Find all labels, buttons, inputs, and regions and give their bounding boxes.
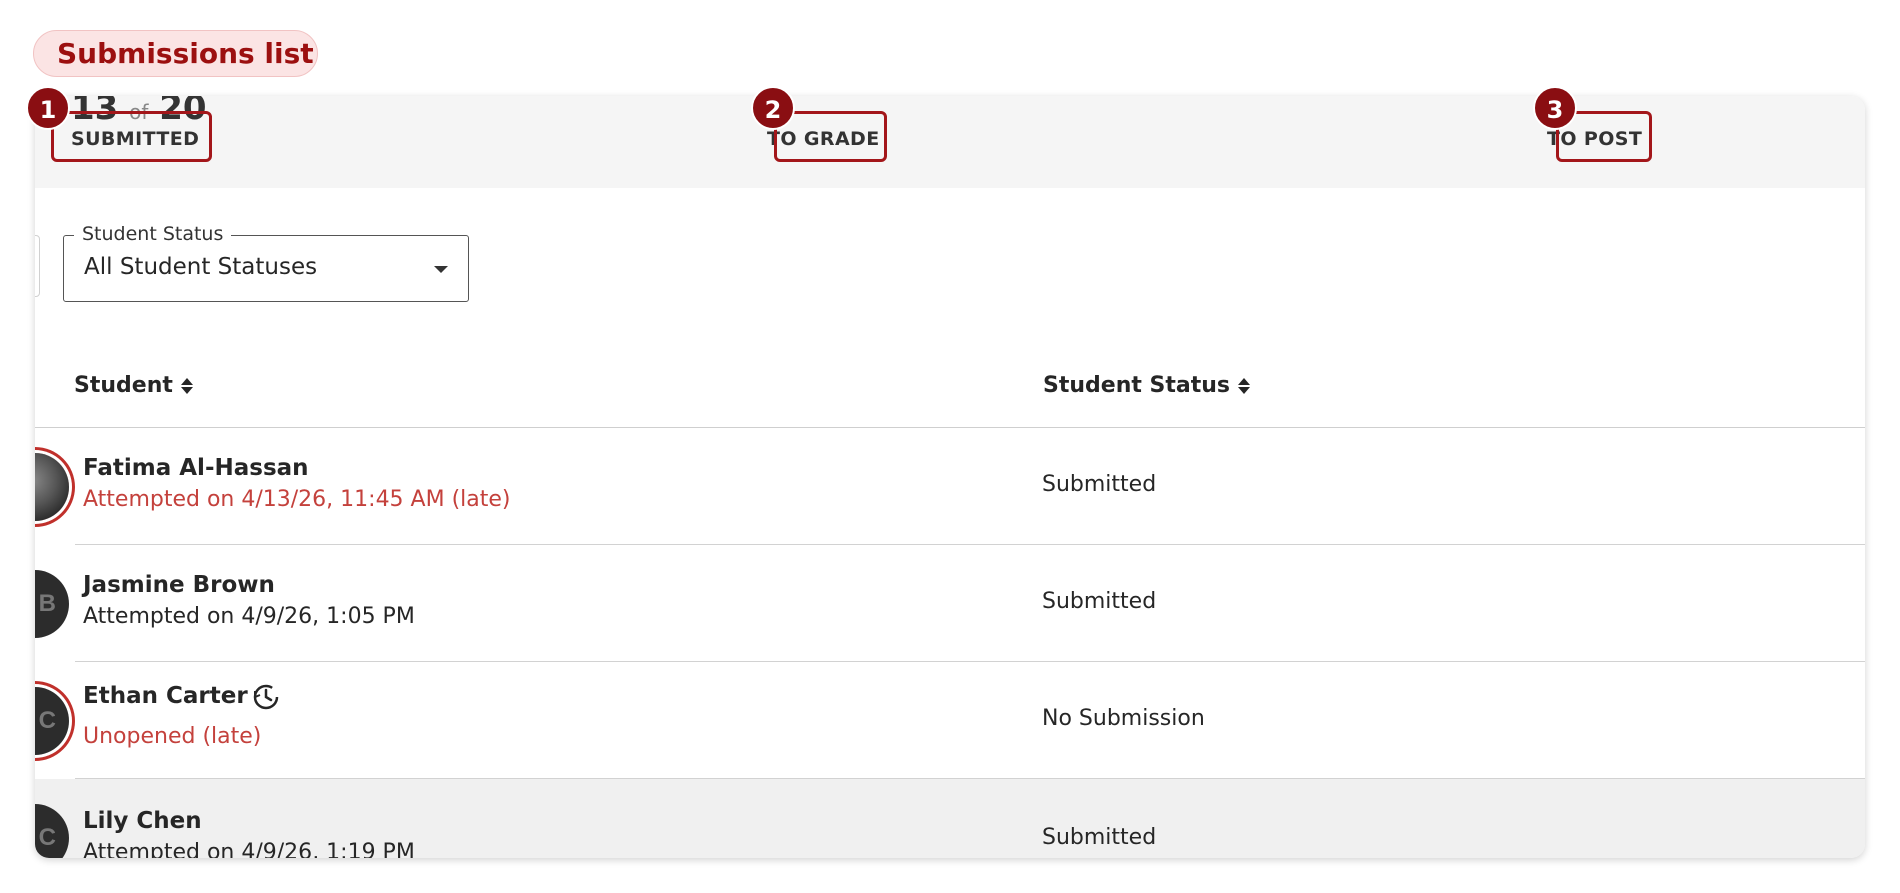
callout-box-submitted [51, 111, 212, 162]
student-status-value: Submitted [1042, 472, 1157, 497]
clock-history-icon[interactable] [251, 682, 281, 712]
column-header-label: Student [74, 373, 173, 398]
filter-selected-value: All Student Statuses [84, 254, 318, 280]
avatar: C [35, 804, 69, 858]
filter-label: Student Status [74, 223, 232, 245]
student-status-value: No Submission [1042, 706, 1205, 731]
avatar [35, 453, 69, 521]
search-field-edge[interactable] [35, 235, 40, 297]
table-row[interactable]: Fatima Al-Hassan Attempted on 4/13/26, 1… [35, 428, 1865, 545]
callout-badge-1: 1 [26, 86, 70, 130]
attempt-detail: Attempted on 4/9/26, 1:19 PM [83, 840, 415, 858]
table-row[interactable]: C Ethan Carter Unopened (late) No Submis… [35, 662, 1865, 779]
column-header-student[interactable]: Student [74, 373, 193, 398]
column-header-student-status[interactable]: Student Status [1043, 373, 1251, 398]
submissions-card: 13 of 20 SUBMITTED TO GRADE TO POST Stud… [35, 96, 1865, 858]
avatar: B [35, 570, 69, 638]
sort-icon [180, 377, 193, 394]
student-status-value: Submitted [1042, 825, 1157, 850]
column-header-label: Student Status [1043, 373, 1231, 398]
attempt-detail: Unopened (late) [83, 724, 262, 749]
callout-badge-2: 2 [751, 86, 795, 130]
student-status-value: Submitted [1042, 589, 1157, 614]
student-name[interactable]: Lily Chen [83, 808, 202, 834]
attempt-detail: Attempted on 4/13/26, 11:45 AM (late) [83, 487, 511, 512]
sort-icon [1238, 377, 1251, 394]
student-name[interactable]: Jasmine Brown [83, 572, 275, 598]
student-status-filter[interactable]: Student Status All Student Statuses [63, 223, 469, 302]
student-name[interactable]: Ethan Carter [83, 683, 248, 709]
caret-down-icon [434, 266, 448, 273]
page-title: Submissions list [33, 30, 318, 77]
student-name[interactable]: Fatima Al-Hassan [83, 455, 309, 481]
callout-badge-3: 3 [1533, 86, 1577, 130]
attempt-detail: Attempted on 4/9/26, 1:05 PM [83, 604, 415, 629]
table-row[interactable]: B Jasmine Brown Attempted on 4/9/26, 1:0… [35, 545, 1865, 662]
avatar: C [35, 687, 69, 755]
table-row[interactable]: C Lily Chen Attempted on 4/9/26, 1:19 PM… [35, 779, 1865, 858]
